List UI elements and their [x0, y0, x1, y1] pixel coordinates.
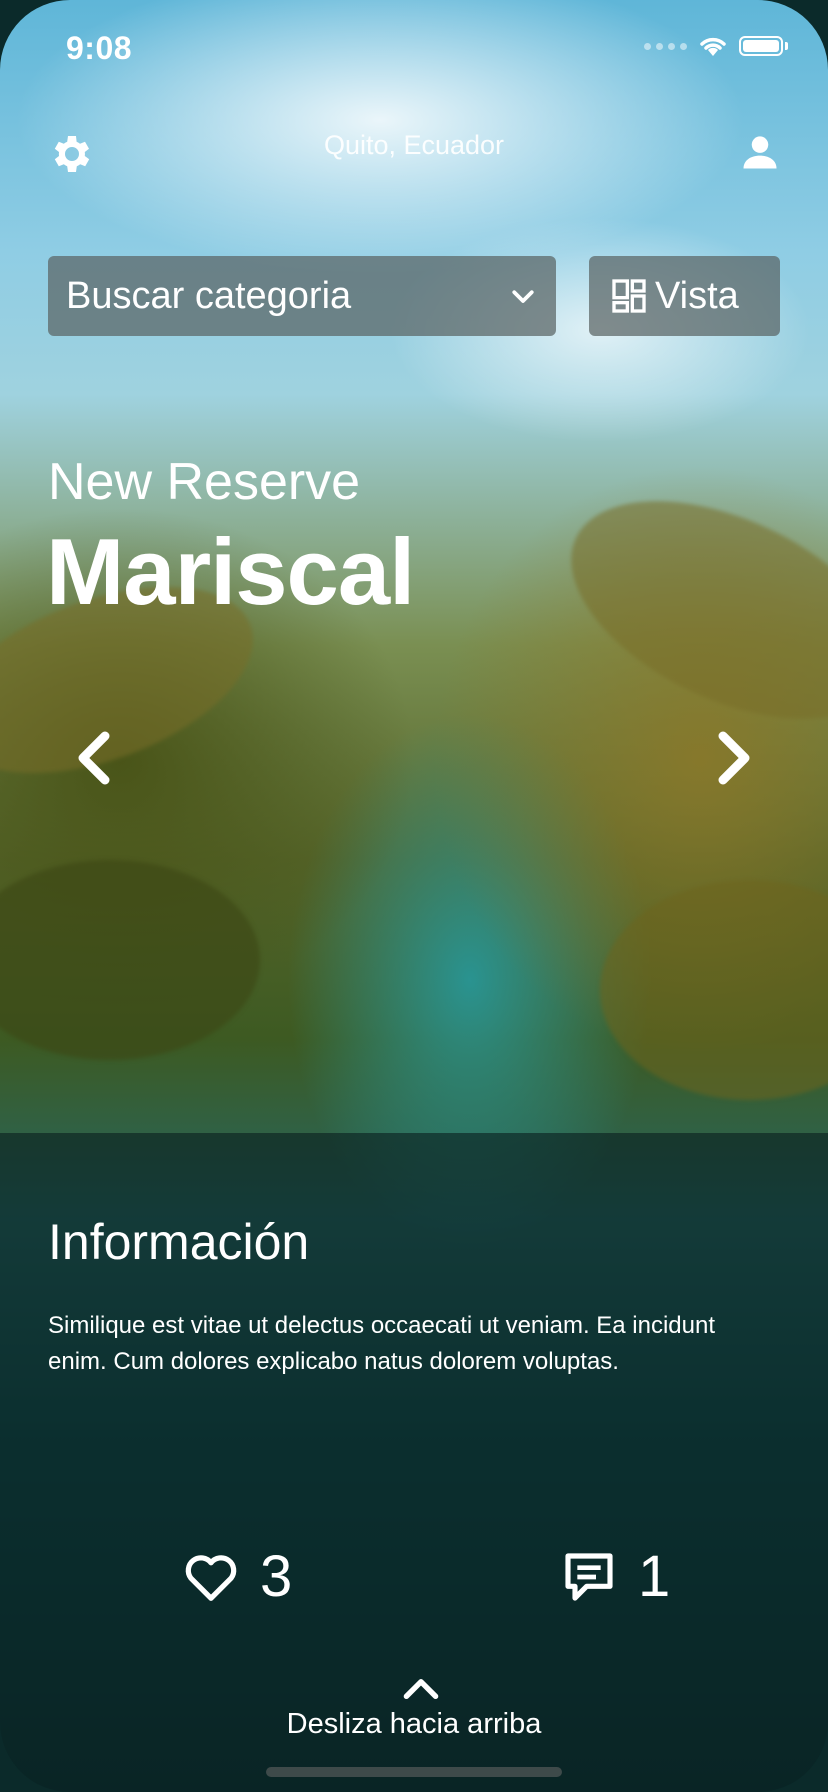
chevron-left-icon[interactable] — [70, 730, 120, 786]
category-dropdown-label: Buscar categoria — [66, 274, 352, 317]
comment-icon — [565, 1552, 613, 1601]
status-time: 9:08 — [66, 30, 133, 66]
battery-icon — [739, 36, 783, 56]
swipe-hint[interactable]: Desliza hacia arriba — [0, 1708, 828, 1741]
info-heading: Información — [48, 1214, 310, 1270]
user-icon[interactable] — [738, 130, 782, 174]
wifi-icon — [700, 37, 726, 56]
background-foliage — [537, 456, 828, 764]
likes-stat[interactable]: 3 — [182, 1543, 292, 1610]
info-panel[interactable]: Información Similique est vitae ut delec… — [0, 1133, 828, 1792]
location-label: Quito, Ecuador — [323, 130, 505, 160]
heart-icon — [185, 1554, 237, 1601]
comments-stat[interactable]: 1 — [560, 1543, 670, 1610]
status-indicators — [644, 34, 788, 58]
home-indicator[interactable] — [266, 1767, 562, 1777]
view-button[interactable]: Vista — [589, 256, 780, 336]
place-title: Mariscal — [46, 519, 415, 624]
category-dropdown[interactable]: Buscar categoria — [48, 256, 556, 336]
comments-count: 1 — [638, 1544, 671, 1609]
top-bar: Quito, Ecuador — [0, 120, 828, 180]
background-foliage — [0, 860, 260, 1060]
chevron-right-icon[interactable] — [708, 730, 758, 786]
info-description: Similique est vitae ut delectus occaecat… — [48, 1312, 716, 1375]
app-screen: 9:08 Quito, Ecuador Buscar categoria Vis… — [0, 0, 828, 1792]
battery-tip — [785, 42, 788, 50]
view-button-label: Vista — [655, 274, 739, 317]
place-subtitle: New Reserve — [48, 453, 361, 511]
background-foliage — [600, 880, 828, 1100]
grid-view-icon — [612, 279, 646, 313]
chevron-up-icon[interactable] — [396, 1673, 446, 1703]
chevron-down-icon — [512, 290, 534, 303]
signal-icon — [644, 42, 687, 50]
likes-count: 3 — [260, 1544, 293, 1609]
